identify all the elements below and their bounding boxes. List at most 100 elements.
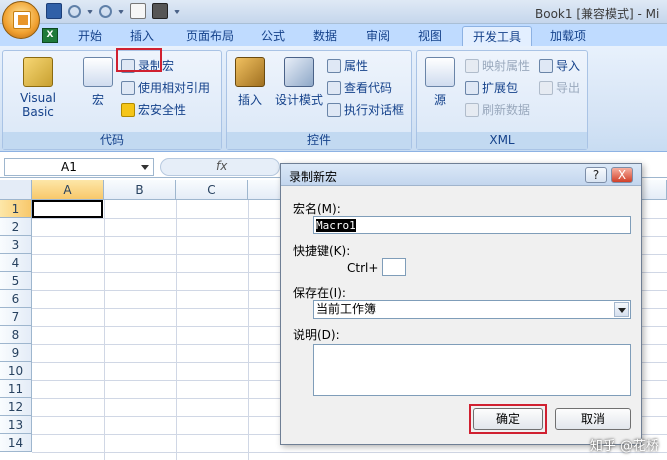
- row-header-11[interactable]: 11: [0, 380, 32, 398]
- shortcut-key-label: 快捷键(K):: [293, 244, 351, 258]
- visual-basic-label: Visual Basic: [20, 91, 56, 119]
- dialog-title-bar: 录制新宏 ? X: [281, 164, 641, 186]
- active-cell-a1[interactable]: [32, 200, 103, 218]
- chevron-down-icon[interactable]: [141, 165, 149, 170]
- office-button[interactable]: [2, 1, 40, 39]
- view-code-button[interactable]: 查看代码: [327, 79, 392, 97]
- name-box[interactable]: A1: [4, 158, 154, 176]
- relative-reference-label: 使用相对引用: [138, 81, 211, 95]
- insert-function-icon[interactable]: fx: [216, 159, 227, 173]
- xml-group-label: XML: [417, 132, 587, 149]
- toolbox-icon: [235, 57, 265, 87]
- tab-page-layout[interactable]: 页面布局: [180, 26, 240, 46]
- row-header-5[interactable]: 5: [0, 272, 32, 290]
- design-mode-button[interactable]: 设计模式: [271, 57, 327, 108]
- select-all-corner[interactable]: [0, 180, 32, 200]
- macro-name-input[interactable]: Macro1: [313, 216, 631, 234]
- column-header-c[interactable]: C: [176, 180, 248, 200]
- ribbon-tabs: 开始 插入 页面布局 公式 数据 审阅 视图 开发工具 加载项: [0, 24, 667, 46]
- import-icon: [539, 59, 553, 73]
- code-group: Visual Basic 宏 录制宏 使用相对引用 宏安全性 代码: [2, 50, 222, 150]
- macro-name-label: 宏名(M):: [293, 202, 341, 216]
- row-header-4[interactable]: 4: [0, 254, 32, 272]
- tab-addins[interactable]: 加载项: [540, 26, 596, 46]
- export-button[interactable]: 导出: [539, 79, 580, 97]
- row-header-12[interactable]: 12: [0, 398, 32, 416]
- relative-reference-icon: [121, 81, 135, 95]
- undo-dropdown-icon[interactable]: [87, 10, 93, 14]
- tab-review[interactable]: 审阅: [358, 26, 398, 46]
- tab-data[interactable]: 数据: [305, 26, 345, 46]
- code-group-label: 代码: [3, 132, 221, 149]
- shortcut-key-input[interactable]: [382, 258, 406, 276]
- properties-button[interactable]: 属性: [327, 57, 368, 75]
- xml-source-icon: [425, 57, 455, 87]
- macro-name-value: Macro1: [316, 219, 356, 232]
- description-textarea[interactable]: [313, 344, 631, 396]
- refresh-data-button[interactable]: 刷新数据: [465, 101, 530, 119]
- dialog-title: 录制新宏: [289, 170, 338, 184]
- row-header-3[interactable]: 3: [0, 236, 32, 254]
- tab-insert[interactable]: 插入: [122, 26, 162, 46]
- expansion-packs-icon: [465, 81, 479, 95]
- quick-access-toolbar: [46, 3, 180, 19]
- column-header-a[interactable]: A: [32, 180, 104, 200]
- redo-dropdown-icon[interactable]: [118, 10, 124, 14]
- window-title: Book1 [兼容模式] - Mi: [535, 7, 660, 21]
- row-header-8[interactable]: 8: [0, 326, 32, 344]
- name-box-value: A1: [61, 160, 77, 174]
- row-header-7[interactable]: 7: [0, 308, 32, 326]
- map-properties-button[interactable]: 映射属性: [465, 57, 530, 75]
- camera-icon[interactable]: [152, 3, 168, 19]
- relative-reference-button[interactable]: 使用相对引用: [121, 79, 210, 97]
- tab-view[interactable]: 视图: [410, 26, 450, 46]
- import-label: 导入: [556, 59, 581, 73]
- help-button[interactable]: ?: [585, 167, 607, 183]
- macros-button[interactable]: 宏: [81, 57, 115, 108]
- row-header-10[interactable]: 10: [0, 362, 32, 380]
- ctrl-label: Ctrl+: [347, 261, 379, 275]
- row-header-9[interactable]: 9: [0, 344, 32, 362]
- expansion-packs-label: 扩展包: [482, 81, 519, 95]
- tab-formulas[interactable]: 公式: [253, 26, 293, 46]
- macros-label: 宏: [91, 93, 104, 107]
- tab-home[interactable]: 开始: [70, 26, 110, 46]
- grid-line: [104, 200, 105, 460]
- expansion-packs-button[interactable]: 扩展包: [465, 79, 518, 97]
- tab-developer[interactable]: 开发工具: [462, 26, 532, 46]
- xml-source-label: 源: [433, 93, 446, 107]
- row-header-2[interactable]: 2: [0, 218, 32, 236]
- refresh-icon: [465, 103, 479, 117]
- import-button[interactable]: 导入: [539, 57, 580, 75]
- customize-qat-icon[interactable]: [174, 10, 180, 14]
- design-mode-label: 设计模式: [274, 93, 323, 107]
- store-in-select[interactable]: 当前工作簿: [313, 300, 631, 319]
- record-macro-dialog: 录制新宏 ? X 宏名(M): Macro1 快捷键(K): Ctrl+ 保存在…: [280, 163, 642, 445]
- row-header-1[interactable]: 1: [0, 200, 32, 218]
- macro-security-label: 宏安全性: [138, 103, 187, 117]
- redo-icon[interactable]: [99, 5, 112, 18]
- refresh-data-label: 刷新数据: [482, 103, 531, 117]
- chevron-down-icon[interactable]: [614, 302, 629, 317]
- insert-control-button[interactable]: 插入: [231, 57, 269, 108]
- row-header-6[interactable]: 6: [0, 290, 32, 308]
- undo-icon[interactable]: [68, 5, 81, 18]
- cancel-button[interactable]: 取消: [555, 408, 631, 430]
- row-header-14[interactable]: 14: [0, 434, 32, 452]
- macro-security-button[interactable]: 宏安全性: [121, 101, 186, 119]
- grid-line: [32, 452, 667, 453]
- print-preview-icon[interactable]: [130, 3, 146, 19]
- run-dialog-label: 执行对话框: [344, 103, 405, 117]
- map-properties-label: 映射属性: [482, 59, 531, 73]
- run-dialog-button[interactable]: 执行对话框: [327, 101, 404, 119]
- save-icon[interactable]: [46, 3, 62, 19]
- title-bar: Book1 [兼容模式] - Mi: [0, 0, 667, 24]
- store-in-value: 当前工作簿: [316, 302, 377, 316]
- row-header-13[interactable]: 13: [0, 416, 32, 434]
- xml-group: 源 映射属性 扩展包 刷新数据 导入 导出 XML: [416, 50, 588, 150]
- ok-button-highlight: [469, 404, 547, 434]
- close-button[interactable]: X: [611, 167, 633, 183]
- visual-basic-button[interactable]: Visual Basic: [5, 57, 71, 119]
- column-header-b[interactable]: B: [104, 180, 176, 200]
- xml-source-button[interactable]: 源: [423, 57, 457, 108]
